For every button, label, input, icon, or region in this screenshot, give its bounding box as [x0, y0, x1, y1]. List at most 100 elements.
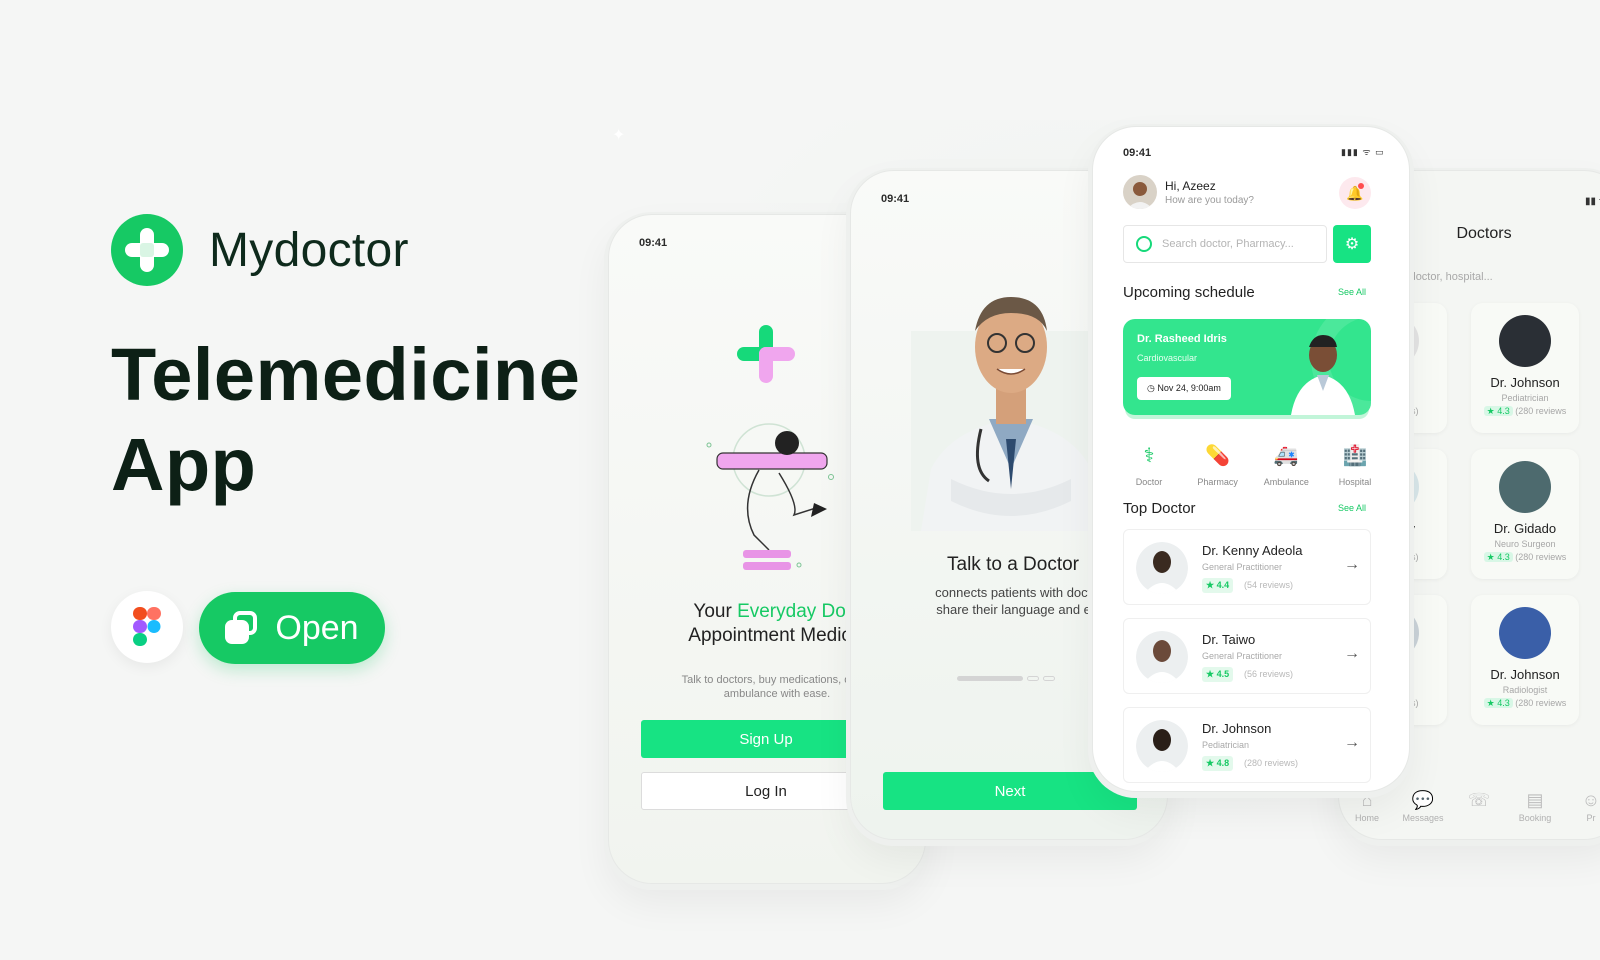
doctor-card[interactable]: Dr. Johnson Radiologist ★ 4.3 (280 reviews	[1471, 595, 1579, 725]
hero-title-line2: App	[111, 423, 257, 506]
tab-profile[interactable]: ☺ Pr	[1563, 771, 1600, 839]
rating-badge: ★ 4.3	[1483, 406, 1513, 416]
search-icon	[1136, 236, 1152, 252]
upcoming-see-all-link[interactable]: See All	[1338, 287, 1366, 297]
profile-icon: ☺	[1581, 790, 1600, 810]
greeting-subtitle: How are you today?	[1165, 195, 1254, 206]
tab-phone[interactable]: ☏	[1451, 771, 1507, 839]
doctor-specialty: Pediatrician	[1501, 393, 1549, 403]
category-row: ⚕ Doctor 💊 Pharmacy 🚑 Ambulance 🏥 Hospital	[1117, 443, 1387, 487]
filter-icon: ⚙	[1344, 236, 1360, 253]
upcoming-schedule-title: Upcoming schedule	[1123, 284, 1255, 301]
stethoscope-icon: ⚕	[1143, 445, 1155, 467]
hero-title-line1: Telemedicine	[111, 333, 581, 416]
tab-label: Pr	[1586, 813, 1596, 823]
onboarding-subtitle-line2: share their language and eth	[936, 602, 1102, 617]
open-button[interactable]: Open	[199, 592, 385, 664]
doctor-specialty: General Practitioner	[1202, 562, 1283, 572]
category-doctor[interactable]: ⚕ Doctor	[1117, 443, 1181, 487]
home-icon: ⌂	[1361, 790, 1373, 810]
tab-label: Booking	[1518, 813, 1552, 823]
schedule-datetime: ◷ Nov 24, 9:00am	[1137, 377, 1231, 400]
review-count-text: (280 reviews	[1515, 698, 1567, 708]
doctor-name: Dr. Johnson	[1490, 375, 1560, 390]
doctor-name: Dr. Kenny Adeola	[1202, 543, 1303, 558]
doctor-card[interactable]: Dr. Gidado Neuro Surgeon ★ 4.3 (280 review…	[1471, 449, 1579, 579]
top-doctor-title: Top Doctor	[1123, 500, 1196, 517]
top-doctor-see-all-link[interactable]: See All	[1338, 503, 1366, 513]
search-placeholder: Search doctor, Pharmacy...	[1162, 238, 1294, 250]
welcome-subtitle-line2: ambulance with ease.	[723, 688, 831, 700]
schedule-datetime-text: Nov 24, 9:00am	[1157, 383, 1221, 393]
arrow-right-icon[interactable]: →	[1344, 556, 1360, 574]
notification-button[interactable]: 🔔	[1339, 177, 1371, 209]
filter-button[interactable]: ⚙	[1333, 225, 1371, 263]
category-label: Ambulance	[1263, 477, 1309, 487]
doctor-specialty: Pediatrician	[1202, 740, 1250, 750]
top-doctor-card[interactable]: Dr. Taiwo General Practitioner ★ 4.5 (56 re…	[1123, 618, 1371, 694]
rating-value: 4.5	[1216, 669, 1230, 679]
avatar[interactable]	[1123, 175, 1157, 209]
rating-badge: ★ 4.3	[1483, 698, 1513, 708]
arrow-right-icon[interactable]: →	[1344, 645, 1360, 663]
welcome-title-highlight: Everyday Doct	[737, 601, 861, 622]
brand-name: Mydoctor	[209, 223, 409, 277]
avatar	[1136, 631, 1188, 683]
figma-button[interactable]	[111, 591, 183, 663]
review-count: ★ 4.3 (280 reviews	[1471, 406, 1579, 417]
review-count: (56 reviews)	[1244, 669, 1294, 679]
doctor-name: Dr. Gidado	[1493, 521, 1557, 536]
category-ambulance[interactable]: 🚑 Ambulance	[1254, 443, 1318, 487]
hospital-icon: 🏥	[1342, 445, 1368, 467]
status-time: 09:41	[639, 237, 668, 249]
search-input[interactable]: Search doctor, Pharmacy...	[1123, 225, 1327, 263]
top-doctor-card[interactable]: Dr. Kenny Adeola General Practitioner ★ 4.…	[1123, 529, 1371, 605]
doctor-photo	[1291, 335, 1355, 415]
calendar-icon: ▤	[1526, 790, 1544, 810]
rating-value: 4.3	[1497, 698, 1510, 708]
app-logo-icon	[737, 325, 797, 385]
status-icons: ▮▮▮ ᯤ ▭	[1341, 147, 1385, 157]
category-label: Hospital	[1338, 477, 1372, 487]
review-count-text: (280 reviews	[1515, 552, 1567, 562]
open-button-label: Open	[275, 608, 359, 647]
doctor-photo	[921, 297, 1101, 531]
tab-label: Messages	[1402, 813, 1444, 823]
next-button[interactable]: Next	[883, 772, 1137, 810]
top-doctor-card[interactable]: Dr. Johnson Pediatrician ★ 4.8 (280 reviews…	[1123, 707, 1371, 783]
avatar	[1499, 461, 1551, 513]
figma-icon	[133, 607, 161, 646]
notification-dot	[1358, 183, 1364, 189]
avatar	[1499, 315, 1551, 367]
tab-messages[interactable]: 💬 Messages	[1395, 771, 1451, 839]
rating-value: 4.3	[1497, 406, 1510, 416]
arrow-right-icon[interactable]: →	[1344, 734, 1360, 752]
rating-value: 4.8	[1216, 758, 1230, 768]
category-hospital[interactable]: 🏥 Hospital	[1323, 443, 1387, 487]
status-time: 09:41	[1123, 147, 1152, 159]
review-count: ★ 4.3 (280 reviews	[1471, 552, 1579, 563]
rating-value: 4.4	[1216, 580, 1230, 590]
schedule-specialty: Cardiovascular	[1137, 353, 1198, 363]
tab-calendar[interactable]: ▤ Booking	[1507, 771, 1563, 839]
avatar	[1136, 720, 1188, 772]
doctor-name: Dr. Johnson	[1202, 721, 1272, 736]
rating-value: 4.3	[1497, 552, 1510, 562]
review-count-text: (280 reviews	[1515, 406, 1567, 416]
doctor-card[interactable]: Dr. Johnson Pediatrician ★ 4.3 (280 review…	[1471, 303, 1579, 433]
ambulance-icon: 🚑	[1273, 445, 1299, 467]
rating-badge: ★ 4.8	[1202, 756, 1234, 771]
category-pharmacy[interactable]: 💊 Pharmacy	[1186, 443, 1250, 487]
category-label: Doctor	[1135, 477, 1163, 487]
rating-badge: ★ 4.3	[1483, 552, 1513, 562]
tab-label: Home	[1354, 813, 1379, 823]
status-time: 09:41	[881, 193, 910, 205]
hero-title: Telemedicine App	[111, 330, 581, 510]
status-icons: ▮▮ ᯤ	[1585, 196, 1600, 207]
messages-icon: 💬	[1411, 790, 1435, 810]
review-count: (54 reviews)	[1244, 580, 1294, 590]
welcome-title-part1: Your	[693, 601, 738, 622]
category-label: Pharmacy	[1197, 477, 1238, 487]
doctor-specialty: Radiologist	[1502, 685, 1548, 695]
schedule-card[interactable]: Dr. Rasheed Idris Cardiovascular ◷ Nov 2…	[1123, 319, 1371, 415]
